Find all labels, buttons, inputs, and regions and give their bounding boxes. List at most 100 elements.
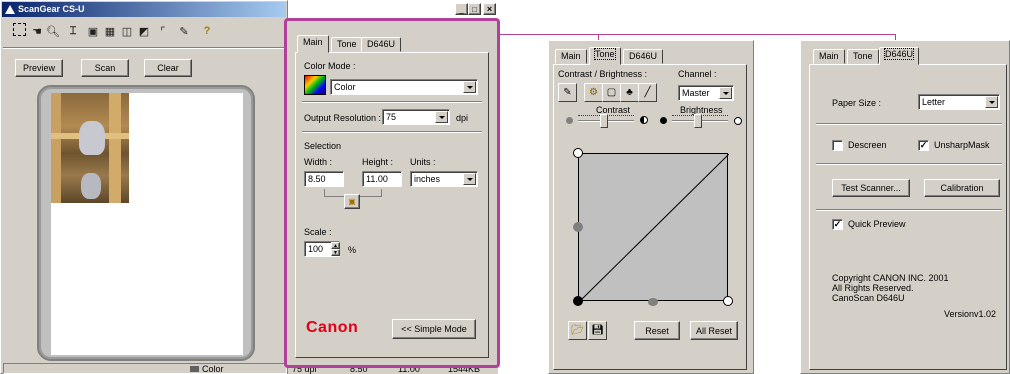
- clear-button[interactable]: Clear: [144, 59, 192, 77]
- channel-select[interactable]: Master: [678, 85, 734, 101]
- main-tab-main[interactable]: Main: [297, 35, 329, 53]
- close-button[interactable]: ×: [483, 3, 496, 15]
- canon-logo: Canon: [306, 319, 359, 336]
- d646u-tab-body: Paper Size : Letter Descreen ✓ UnsharpMa…: [809, 64, 1007, 370]
- calibration-button[interactable]: Calibration: [924, 179, 1000, 197]
- brightness-thumb[interactable]: [694, 114, 702, 128]
- descreen-checkbox[interactable]: [832, 140, 843, 151]
- height-input[interactable]: 11.00: [362, 171, 402, 187]
- channel-label: Channel :: [678, 69, 717, 79]
- width-input[interactable]: 8.50: [304, 171, 344, 187]
- quick-preview-label: Quick Preview: [848, 219, 906, 229]
- curve-point-bottom-left[interactable]: [573, 296, 583, 306]
- tone-tab-tone[interactable]: Tone: [589, 47, 621, 65]
- simple-mode-button[interactable]: << Simple Mode: [392, 319, 476, 339]
- output-resolution-select[interactable]: 75: [382, 109, 450, 125]
- color-mode-icon: [190, 366, 199, 372]
- reset-button[interactable]: Reset: [634, 321, 680, 340]
- main-panel-frame: Main Tone D646U Color Mode : Color Outpu…: [284, 18, 500, 368]
- tone-tab-d646u[interactable]: D646U: [623, 49, 664, 64]
- color-mode-select[interactable]: Color: [330, 79, 478, 95]
- toolbar-separator: [3, 47, 285, 49]
- window-controls: _ □ ×: [455, 3, 497, 16]
- scan-button[interactable]: Scan: [81, 59, 129, 77]
- brightness-low-icon: [660, 117, 667, 124]
- curve-point-bottom-right[interactable]: [723, 296, 733, 306]
- output-resolution-label: Output Resolution :: [304, 113, 382, 123]
- units-select[interactable]: inches: [410, 171, 478, 187]
- contrast-thumb[interactable]: [600, 114, 608, 128]
- select-area-icon[interactable]: [13, 23, 26, 36]
- minimize-button[interactable]: _: [455, 3, 468, 15]
- main-tab-tone[interactable]: Tone: [331, 37, 363, 52]
- contrast-high-icon: [640, 116, 648, 124]
- hand-icon[interactable]: ☚: [29, 23, 45, 39]
- connector-line: [500, 34, 896, 35]
- unsharp-mask-checkbox[interactable]: ✓: [918, 140, 929, 151]
- lock-ratio-button[interactable]: ▣: [344, 194, 360, 209]
- d646u-tab-tone[interactable]: Tone: [847, 49, 879, 64]
- scale-spinner[interactable]: ▲ ▼: [331, 242, 340, 256]
- copyright-line-2: All Rights Reserved.: [832, 283, 914, 293]
- icon-toolbar: ☚ 🔍︎ ⌶ ▣ ▦ ◫ ◩ ⌜ ✎ ?: [3, 19, 285, 43]
- tone-tab-body: Contrast / Brightness : Channel : ✎ ⚙ ▢ …: [553, 64, 747, 370]
- status-color-mode: Color: [202, 364, 224, 374]
- zoom-icon[interactable]: 🔍︎: [45, 23, 61, 39]
- color-mode-label: Color Mode :: [304, 61, 356, 71]
- color-balance-tool-icon[interactable]: ▢: [602, 83, 621, 102]
- brightness-slider[interactable]: [672, 114, 728, 129]
- test-scanner-button[interactable]: Test Scanner...: [832, 179, 910, 197]
- curve-point-top-left[interactable]: [573, 148, 583, 158]
- app-icon: [5, 5, 15, 14]
- preview-photo: [51, 93, 129, 203]
- main-tab-d646u[interactable]: D646U: [361, 37, 402, 52]
- d646u-panel: Main Tone D646U Paper Size : Letter Desc…: [800, 40, 1010, 374]
- spin-up-icon[interactable]: ▲: [331, 242, 340, 249]
- cat-shape: [79, 121, 105, 155]
- all-reset-button[interactable]: All Reset: [690, 321, 738, 340]
- maximize-button[interactable]: □: [468, 3, 481, 15]
- d646u-tab-main[interactable]: Main: [813, 49, 845, 64]
- threshold-tool-icon[interactable]: ♣: [620, 83, 639, 102]
- tone-curve-tool-icon[interactable]: ╱: [638, 83, 657, 102]
- descreen-label: Descreen: [848, 140, 887, 150]
- contrast-low-icon: [566, 117, 573, 124]
- units-label: Units :: [410, 157, 436, 167]
- copyright-line-3: CanoScan D646U: [832, 293, 905, 303]
- histogram-tool-icon[interactable]: ⚙: [584, 83, 603, 102]
- window-title: ScanGear CS-U: [18, 4, 85, 14]
- copyright-line-1: Copyright CANON INC. 2001: [832, 273, 949, 283]
- brightness-high-icon: [734, 117, 742, 125]
- preview-page: [51, 93, 243, 355]
- tone-tab-main[interactable]: Main: [555, 49, 587, 64]
- version-label: Versionv1.02: [944, 309, 997, 319]
- save-icon[interactable]: 💾︎: [588, 321, 607, 340]
- d646u-tab-d646u[interactable]: D646U: [879, 47, 920, 65]
- chevron-down-icon: [719, 87, 732, 99]
- magic-wand-icon[interactable]: ✎: [176, 23, 192, 39]
- height-label: Height :: [362, 157, 394, 167]
- contrast-slider[interactable]: [578, 114, 634, 129]
- image-settings-icon[interactable]: ▣: [85, 23, 101, 39]
- scangear-window: ScanGear CS-U ☚ 🔍︎ ⌶ ▣ ▦ ◫ ◩ ⌜ ✎ ? Previ…: [0, 0, 288, 374]
- curve-point-bottom-mid[interactable]: [648, 298, 658, 306]
- curve-icon[interactable]: ◫: [119, 23, 135, 39]
- threshold-icon[interactable]: ◩: [136, 23, 152, 39]
- tone-curve-graph[interactable]: [578, 153, 729, 302]
- open-folder-icon[interactable]: 📂︎: [568, 321, 587, 340]
- preview-button[interactable]: Preview: [15, 59, 63, 77]
- preview-area[interactable]: [37, 85, 255, 361]
- color-mode-icon-large: [304, 75, 326, 95]
- help-icon[interactable]: ?: [199, 23, 215, 39]
- curve-point-mid-left[interactable]: [573, 222, 583, 232]
- histogram-icon[interactable]: ▦: [102, 23, 118, 39]
- quick-preview-checkbox[interactable]: ✓: [832, 219, 843, 230]
- width-label: Width :: [304, 157, 333, 167]
- chevron-down-icon: [435, 111, 448, 123]
- final-review-icon[interactable]: ⌜: [155, 23, 171, 39]
- auto-crop-icon[interactable]: ⌶: [65, 23, 81, 39]
- selection-label: Selection: [304, 141, 342, 151]
- brightness-contrast-tool-icon[interactable]: ✎: [558, 83, 577, 102]
- spin-down-icon[interactable]: ▼: [331, 249, 340, 256]
- paper-size-select[interactable]: Letter: [918, 94, 1000, 110]
